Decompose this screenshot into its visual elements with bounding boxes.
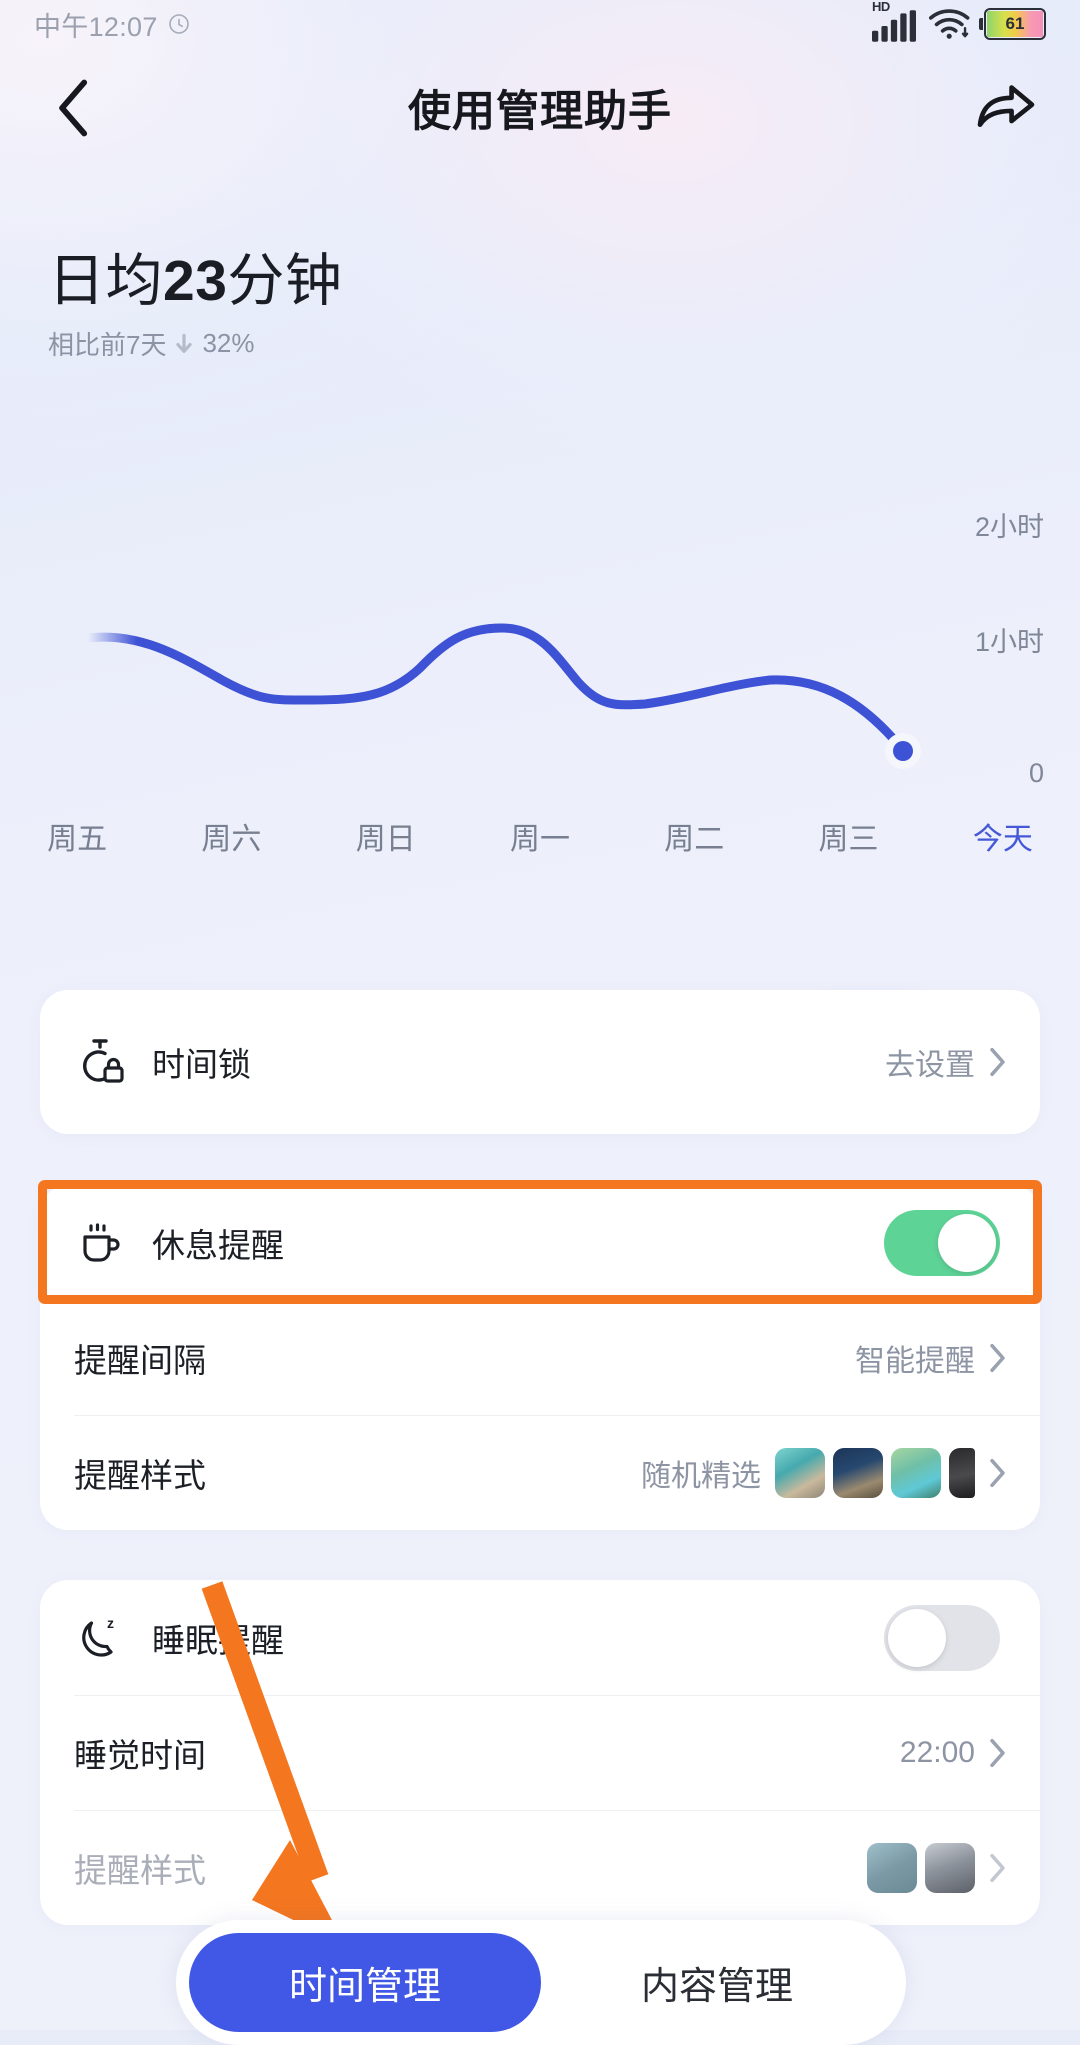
x-axis-label-5[interactable]: 周三 [771, 814, 925, 858]
sleep-reminder-card: z 睡眠提醒 睡觉时间 22:00 提醒样式 [40, 1580, 1040, 1925]
chevron-right-icon [989, 1458, 1006, 1488]
status-bar: 中午12:07 HD [0, 0, 1080, 48]
x-axis-label-4[interactable]: 周二 [617, 814, 771, 858]
sleep-reminder-style-thumbnails[interactable] [867, 1843, 975, 1893]
row-label-sleep-reminder: 睡眠提醒 [152, 1614, 284, 1662]
toggle-sleep-reminder[interactable] [884, 1605, 1000, 1671]
wifi-icon [929, 8, 971, 40]
arrow-down-icon [173, 333, 195, 355]
row-value-reminder-interval: 智能提醒 [855, 1336, 975, 1380]
back-chevron-icon [57, 79, 91, 137]
back-button[interactable] [42, 76, 106, 140]
chart-line-svg [0, 380, 1080, 880]
row-label-rest-reminder: 休息提醒 [152, 1219, 284, 1267]
row-label-reminder-style: 提醒样式 [74, 1449, 206, 1497]
x-axis-label-0[interactable]: 周五 [0, 814, 154, 858]
row-rest-reminder[interactable]: 休息提醒 [40, 1185, 1040, 1300]
daily-average: 日均23分钟 [48, 248, 342, 315]
chevron-right-icon [989, 1343, 1006, 1373]
cellular-signal-icon: HD [872, 8, 916, 40]
thumbnail-1 [867, 1843, 917, 1893]
chevron-right-icon [989, 1738, 1006, 1768]
comparison-label: 相比前7天 [48, 325, 166, 362]
row-value-sleep-time: 22:00 [900, 1736, 975, 1770]
row-value-reminder-style: 随机精选 [641, 1451, 761, 1495]
row-sleep-reminder[interactable]: z 睡眠提醒 [40, 1580, 1040, 1695]
x-axis-label-today[interactable]: 今天 [926, 814, 1080, 858]
share-button[interactable] [974, 76, 1038, 140]
daily-average-prefix: 日均 [48, 249, 163, 313]
time-lock-card: 时间锁 去设置 [40, 990, 1040, 1134]
usage-chart[interactable]: 2小时 1小时 0 0分钟 [0, 380, 1080, 880]
status-bar-left: 中午12:07 [34, 5, 191, 44]
page-title: 使用管理助手 [0, 77, 1080, 139]
bottom-tab-bar: 时间管理 内容管理 [176, 1920, 906, 2045]
nav-bar: 使用管理助手 [0, 48, 1080, 168]
chevron-right-icon [989, 1853, 1006, 1883]
toggle-rest-reminder[interactable] [884, 1210, 1000, 1276]
thumbnail-4 [949, 1448, 975, 1498]
stopwatch-lock-icon [74, 1036, 126, 1088]
row-time-lock[interactable]: 时间锁 去设置 [40, 990, 1040, 1134]
row-value-time-lock-group[interactable]: 去设置 [885, 1040, 1006, 1084]
phone-screen: 中午12:07 HD [0, 0, 1080, 2030]
tab-content-management[interactable]: 内容管理 [541, 1933, 893, 2032]
usage-summary: 日均23分钟 相比前7天 32% [48, 248, 342, 362]
thumbnail-2 [925, 1843, 975, 1893]
row-control-rest-reminder[interactable] [884, 1210, 1000, 1276]
row-reminder-interval[interactable]: 提醒间隔 智能提醒 [40, 1300, 1040, 1415]
chart-x-axis: 周五 周六 周日 周一 周二 周三 今天 [0, 814, 1080, 858]
daily-average-unit: 分钟 [227, 249, 342, 313]
row-value-time-lock: 去设置 [885, 1040, 975, 1084]
moon-sleep-icon: z [74, 1612, 126, 1664]
row-label-time-lock: 时间锁 [152, 1038, 251, 1086]
thumbnail-1 [775, 1448, 825, 1498]
row-sleep-time[interactable]: 睡觉时间 22:00 [40, 1695, 1040, 1810]
status-time: 中午12:07 [34, 5, 158, 44]
row-reminder-style[interactable]: 提醒样式 随机精选 [40, 1415, 1040, 1530]
coffee-cup-icon [74, 1217, 126, 1269]
row-value-sleep-time-group[interactable]: 22:00 [900, 1736, 1006, 1770]
thumbnail-2 [833, 1448, 883, 1498]
x-axis-label-1[interactable]: 周六 [154, 814, 308, 858]
row-label-sleep-time: 睡觉时间 [74, 1729, 206, 1777]
comparison-line: 相比前7天 32% [48, 325, 342, 362]
row-value-reminder-interval-group[interactable]: 智能提醒 [855, 1336, 1006, 1380]
chart-endpoint-dot [893, 741, 913, 761]
row-control-sleep-reminder[interactable] [884, 1605, 1000, 1671]
share-arrow-icon [976, 82, 1036, 134]
chevron-right-icon [989, 1047, 1006, 1077]
daily-average-value: 23 [163, 249, 227, 313]
comparison-value: 32% [202, 328, 254, 359]
row-value-reminder-style-group[interactable]: 随机精选 [641, 1448, 1006, 1498]
chart-line-path [88, 628, 903, 750]
reminder-style-thumbnails[interactable] [775, 1448, 975, 1498]
rest-reminder-card: 休息提醒 提醒间隔 智能提醒 提醒样式 随机精选 [40, 1185, 1040, 1530]
x-axis-label-3[interactable]: 周一 [463, 814, 617, 858]
battery-level-label: 61 [986, 10, 1044, 38]
thumbnail-3 [891, 1448, 941, 1498]
row-value-sleep-reminder-style-group[interactable] [867, 1843, 1006, 1893]
row-label-reminder-interval: 提醒间隔 [74, 1334, 206, 1382]
row-sleep-reminder-style[interactable]: 提醒样式 [40, 1810, 1040, 1925]
alarm-clock-icon [167, 12, 191, 36]
battery-icon: 61 [984, 8, 1046, 40]
x-axis-label-2[interactable]: 周日 [309, 814, 463, 858]
tab-time-management[interactable]: 时间管理 [189, 1933, 541, 2032]
row-label-sleep-reminder-style: 提醒样式 [74, 1844, 206, 1892]
status-bar-right: HD 61 [872, 8, 1046, 40]
svg-text:z: z [107, 1615, 114, 1631]
